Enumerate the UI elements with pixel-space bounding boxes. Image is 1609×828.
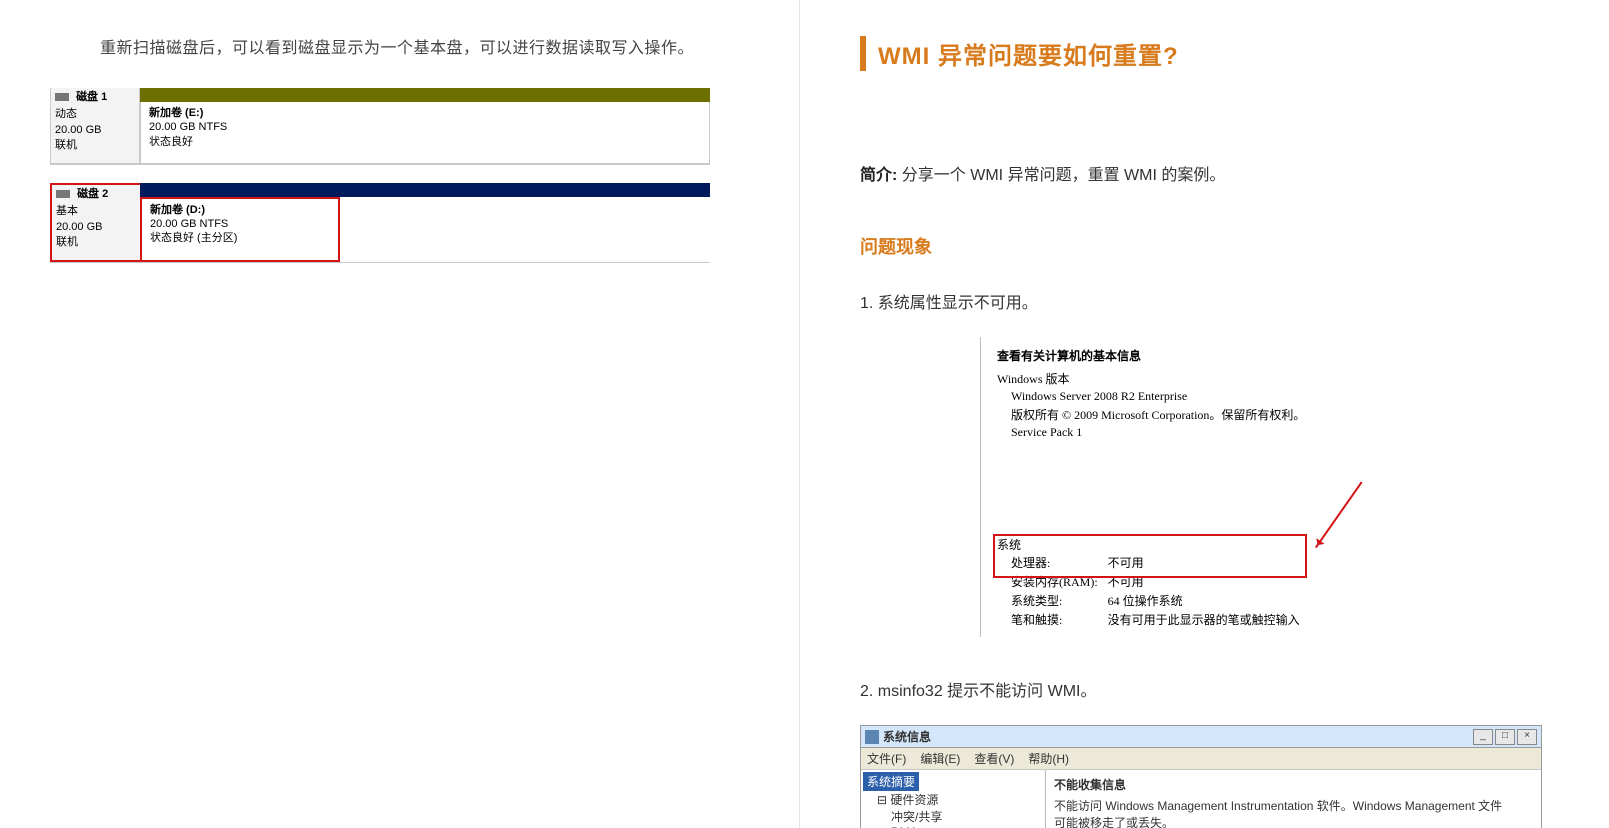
tree-hw[interactable]: ⊟ 硬件资源 — [863, 791, 1043, 808]
sp-row-ram: 安装内存(RAM): 不可用 — [1011, 572, 1310, 591]
sp-pen-v: 没有可用于此显示器的笔或触控输入 — [1108, 610, 1310, 629]
disk1-vol-sizefs: 20.00 GB NTFS — [149, 121, 227, 133]
maximize-icon[interactable]: □ — [1495, 729, 1515, 745]
disk-header-2: 磁盘 2 基本 20.00 GB 联机 — [50, 183, 140, 262]
sp-pen-k: 笔和触摸: — [1011, 610, 1108, 629]
system-properties-figure: 查看有关计算机的基本信息 Windows 版本 Windows Server 2… — [980, 337, 1529, 637]
menu-view[interactable]: 查看(V) — [974, 750, 1014, 767]
disk2-type: 基本 — [56, 204, 136, 219]
sp-systype-k: 系统类型: — [1011, 591, 1108, 610]
disk1-vol-status: 状态良好 — [149, 136, 193, 148]
disk-row-1: 磁盘 1 动态 20.00 GB 联机 新加卷 (E:) 20.00 GB NT… — [50, 88, 710, 165]
disk-icon — [55, 93, 69, 101]
msinfo-titlebar: 系统信息 _ □ × — [861, 726, 1541, 748]
left-intro-text: 重新扫描磁盘后，可以看到磁盘显示为一个基本盘，可以进行数据读取写入操作。 — [100, 34, 709, 58]
disk1-state: 联机 — [55, 138, 135, 153]
intro-label: 简介: — [860, 167, 897, 184]
msinfo-tree: 系统摘要 ⊟ 硬件资源 冲突/共享 DMA — [861, 770, 1046, 828]
sp-ram-k: 安装内存(RAM): — [1011, 572, 1108, 591]
disk-icon — [56, 190, 70, 198]
minimize-icon[interactable]: _ — [1473, 729, 1493, 745]
sp-table: 处理器: 不可用 安装内存(RAM): 不可用 系统类型: 64 位操作系统 笔… — [1011, 553, 1310, 629]
symptom-1: 1. 系统属性显示不可用。 — [860, 289, 1569, 313]
app-icon — [865, 730, 879, 744]
article-title: WMI 异常问题要如何重置? — [860, 36, 1569, 71]
sp-row-pen: 笔和触摸: 没有可用于此显示器的笔或触控输入 — [1011, 610, 1310, 629]
sp-winver: Windows Server 2008 R2 Enterprise — [1011, 389, 1517, 404]
left-column: 重新扫描磁盘后，可以看到磁盘显示为一个基本盘，可以进行数据读取写入操作。 磁盘 … — [0, 0, 799, 828]
disk1-title: 磁盘 1 — [76, 91, 107, 103]
disk-row-2: 磁盘 2 基本 20.00 GB 联机 新加卷 (D:) 20.00 GB NT… — [50, 183, 710, 263]
sp-heading: 查看有关计算机的基本信息 — [997, 347, 1517, 364]
sp-copyright: 版权所有 © 2009 Microsoft Corporation。保留所有权利… — [1011, 406, 1517, 423]
disk1-size: 20.00 GB — [55, 123, 135, 138]
disk2-size: 20.00 GB — [56, 220, 136, 235]
disk2-title: 磁盘 2 — [77, 188, 108, 200]
msinfo-content-line1: 不能访问 Windows Management Instrumentation … — [1054, 797, 1533, 814]
menu-edit[interactable]: 编辑(E) — [920, 750, 960, 767]
sp-cpu-v: 不可用 — [1108, 553, 1310, 572]
section-heading: 问题现象 — [860, 233, 1569, 259]
symptom-2: 2. msinfo32 提示不能访问 WMI。 — [860, 677, 1569, 701]
disk1-volume-info: 新加卷 (E:) 20.00 GB NTFS 状态良好 — [140, 102, 710, 164]
msinfo-menubar: 文件(F) 编辑(E) 查看(V) 帮助(H) — [861, 748, 1541, 770]
intro-text: 分享一个 WMI 异常问题，重置 WMI 的案例。 — [902, 167, 1226, 184]
tree-conflict[interactable]: 冲突/共享 — [863, 808, 1043, 825]
sp-sp: Service Pack 1 — [1011, 425, 1517, 440]
msinfo-title: 系统信息 — [883, 728, 931, 745]
disk2-vol-status: 状态良好 (主分区) — [150, 232, 237, 244]
window-buttons: _ □ × — [1473, 729, 1537, 745]
disk1-volume-bar — [140, 88, 710, 102]
disk2-vol-sizefs: 20.00 GB NTFS — [150, 218, 228, 230]
disk1-type: 动态 — [55, 107, 135, 122]
msinfo-content-heading: 不能收集信息 — [1054, 776, 1533, 793]
tree-root[interactable]: 系统摘要 — [863, 772, 919, 791]
disk2-body: 新加卷 (D:) 20.00 GB NTFS 状态良好 (主分区) — [140, 183, 710, 262]
close-icon[interactable]: × — [1517, 729, 1537, 745]
sp-ram-v: 不可用 — [1108, 572, 1310, 591]
sp-row-cpu: 处理器: 不可用 — [1011, 553, 1310, 572]
msinfo32-figure: 系统信息 _ □ × 文件(F) 编辑(E) 查看(V) 帮助(H) 系统摘要 … — [860, 725, 1542, 828]
menu-help[interactable]: 帮助(H) — [1028, 750, 1069, 767]
msinfo-content: 不能收集信息 不能访问 Windows Management Instrumen… — [1046, 770, 1541, 828]
sp-systype-v: 64 位操作系统 — [1108, 591, 1310, 610]
article-intro: 简介: 分享一个 WMI 异常问题，重置 WMI 的案例。 — [860, 161, 1569, 185]
disk1-body: 新加卷 (E:) 20.00 GB NTFS 状态良好 — [140, 88, 710, 164]
right-column: WMI 异常问题要如何重置? 简介: 分享一个 WMI 异常问题，重置 WMI … — [800, 0, 1609, 828]
disk2-volume-info: 新加卷 (D:) 20.00 GB NTFS 状态良好 (主分区) — [140, 197, 340, 262]
menu-file[interactable]: 文件(F) — [867, 750, 906, 767]
sp-winver-label: Windows 版本 — [997, 370, 1517, 387]
sp-sys-label: 系统 — [997, 536, 1517, 553]
sp-cpu-k: 处理器: — [1011, 553, 1108, 572]
disk1-vol-name: 新加卷 (E:) — [149, 107, 203, 119]
msinfo-content-line2: 可能被移走了或丢失。 — [1054, 814, 1533, 828]
disk-header-1: 磁盘 1 动态 20.00 GB 联机 — [50, 88, 140, 164]
disk2-vol-name: 新加卷 (D:) — [150, 204, 205, 216]
disk2-volume-bar — [140, 183, 710, 197]
disk2-state: 联机 — [56, 235, 136, 250]
sp-row-systype: 系统类型: 64 位操作系统 — [1011, 591, 1310, 610]
disk-manager-figure: 磁盘 1 动态 20.00 GB 联机 新加卷 (E:) 20.00 GB NT… — [50, 88, 710, 263]
